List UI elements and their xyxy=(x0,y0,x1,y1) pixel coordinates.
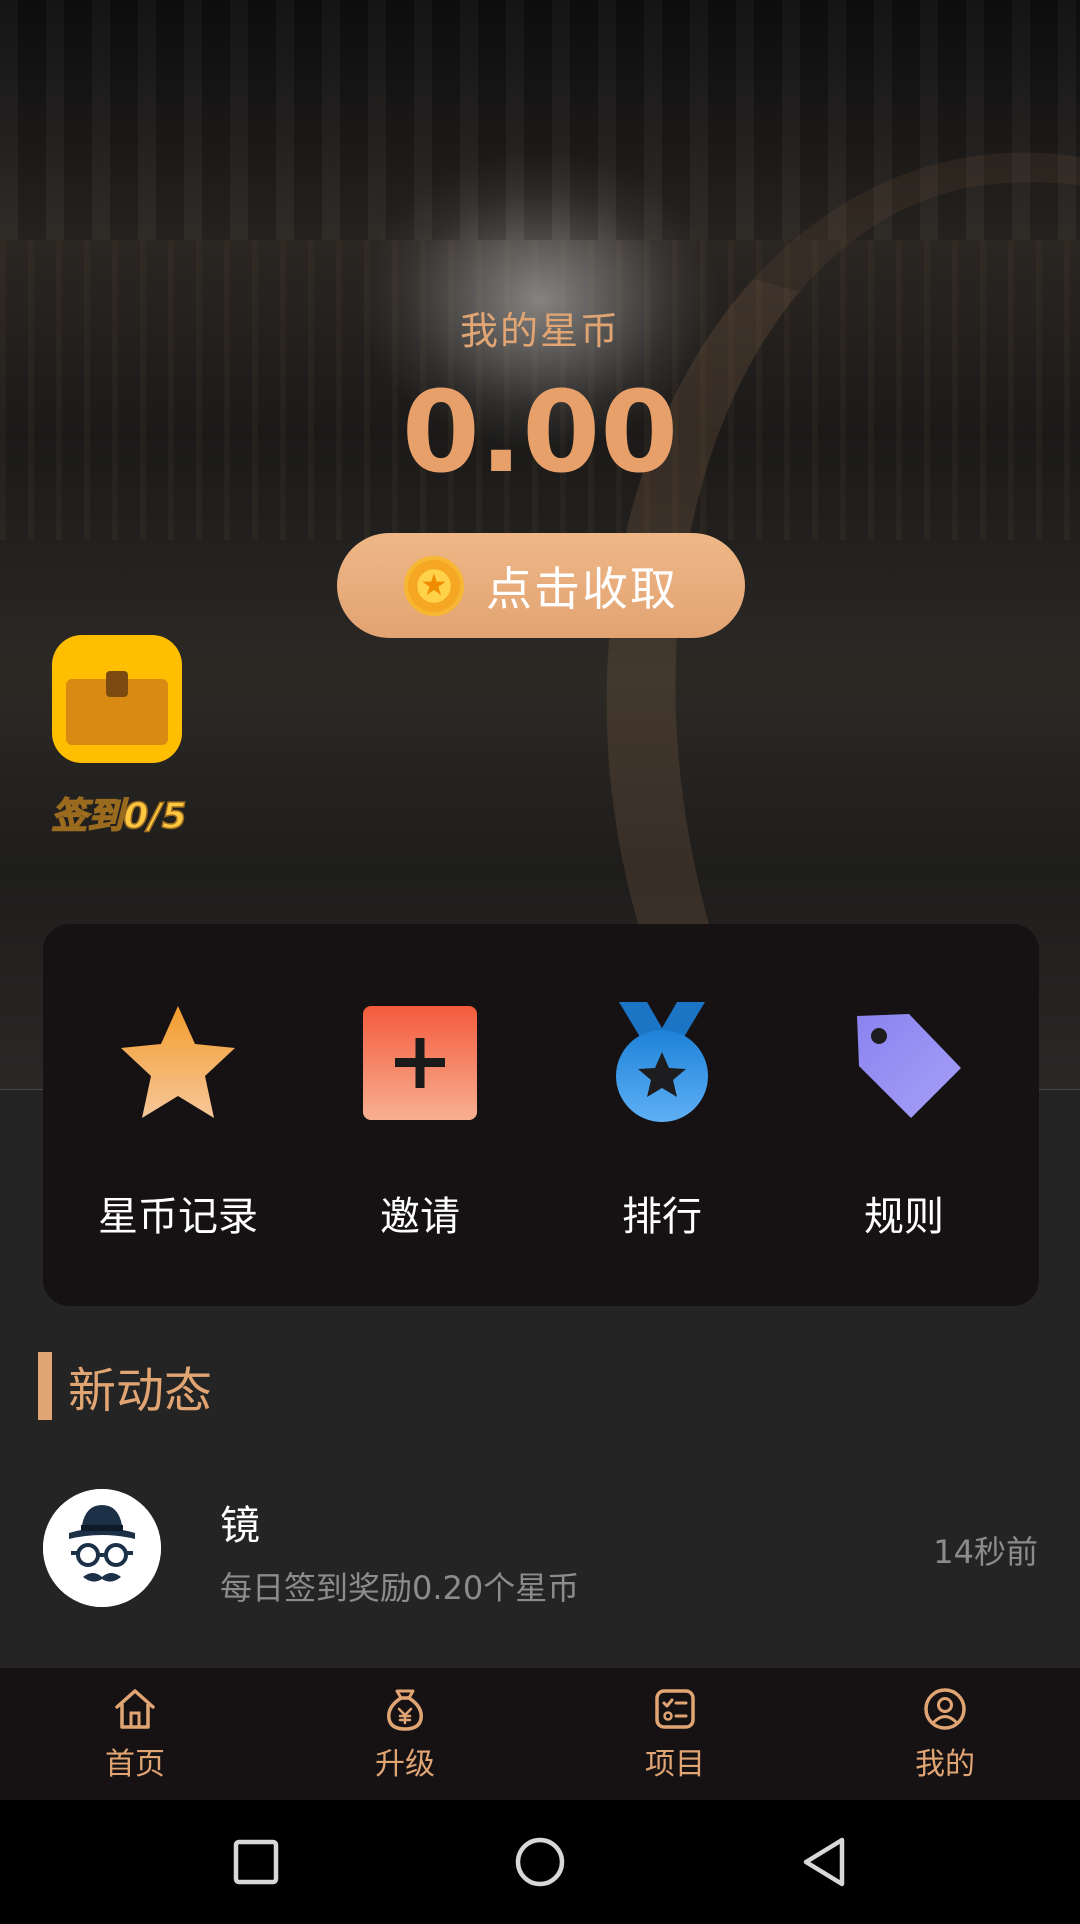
checklist-icon xyxy=(655,1689,695,1729)
feed-heading: 新动态 xyxy=(38,1352,212,1420)
stars-label: 我的星币 xyxy=(459,309,620,353)
spy-avatar-icon xyxy=(43,1489,161,1607)
action-star-records[interactable]: 星币记录 xyxy=(58,998,298,1242)
action-rules[interactable]: 规则 xyxy=(784,998,1024,1242)
checkin-widget[interactable]: 签到0/5 xyxy=(44,635,194,838)
feed-item-description: 每日签到奖励0.20个星币 xyxy=(220,1569,580,1607)
home-button[interactable] xyxy=(510,1832,570,1892)
action-label: 规则 xyxy=(864,1194,944,1240)
collect-button[interactable]: ★ 点击收取 xyxy=(337,533,745,638)
feed-title: 新动态 xyxy=(68,1363,213,1419)
user-circle-icon xyxy=(924,1688,966,1730)
money-bag-icon xyxy=(387,1689,423,1731)
circle-icon xyxy=(515,1837,565,1887)
treasure-chest-icon xyxy=(52,635,182,763)
tab-upgrade[interactable]: 升级 xyxy=(270,1668,540,1800)
recents-button[interactable] xyxy=(226,1832,286,1892)
tab-label: 升级 xyxy=(375,1747,435,1782)
back-button[interactable] xyxy=(794,1832,854,1892)
system-navigation-bar xyxy=(0,1800,1080,1924)
tab-projects[interactable]: 项目 xyxy=(540,1668,810,1800)
collect-button-label: 点击收取 xyxy=(486,561,678,616)
home-icon xyxy=(115,1689,155,1729)
action-label: 排行 xyxy=(622,1194,702,1240)
tab-label: 首页 xyxy=(105,1747,165,1782)
tab-label: 项目 xyxy=(645,1747,705,1782)
feed-item[interactable]: 镜 每日签到奖励0.20个星币 14秒前 xyxy=(0,1485,1080,1615)
coin-icon: ★ xyxy=(404,555,464,616)
tab-mine[interactable]: 我的 xyxy=(810,1668,1080,1800)
action-ranking[interactable]: 排行 xyxy=(542,998,782,1242)
quick-actions-card: 星币记录 邀请 排行 规则 xyxy=(43,924,1039,1306)
heading-accent-bar xyxy=(38,1352,52,1420)
action-invite[interactable]: 邀请 xyxy=(300,998,540,1242)
stars-balance: 0.00 xyxy=(401,368,679,498)
tab-label: 我的 xyxy=(915,1747,975,1782)
action-label: 星币记录 xyxy=(98,1194,258,1240)
tab-home[interactable]: 首页 xyxy=(0,1668,270,1800)
square-icon xyxy=(233,1839,279,1885)
back-triangle-icon xyxy=(803,1837,845,1887)
action-label: 邀请 xyxy=(380,1194,460,1240)
feed-item-time: 14秒前 xyxy=(933,1533,1038,1571)
bottom-tab-bar: 首页 升级 项目 我的 xyxy=(0,1668,1080,1800)
plus-square-icon xyxy=(355,998,485,1128)
feed-item-name: 镜 xyxy=(220,1503,260,1549)
star-icon xyxy=(113,998,243,1128)
medal-icon xyxy=(597,998,727,1128)
tag-icon xyxy=(839,998,969,1128)
checkin-progress-label: 签到0/5 xyxy=(51,795,188,838)
